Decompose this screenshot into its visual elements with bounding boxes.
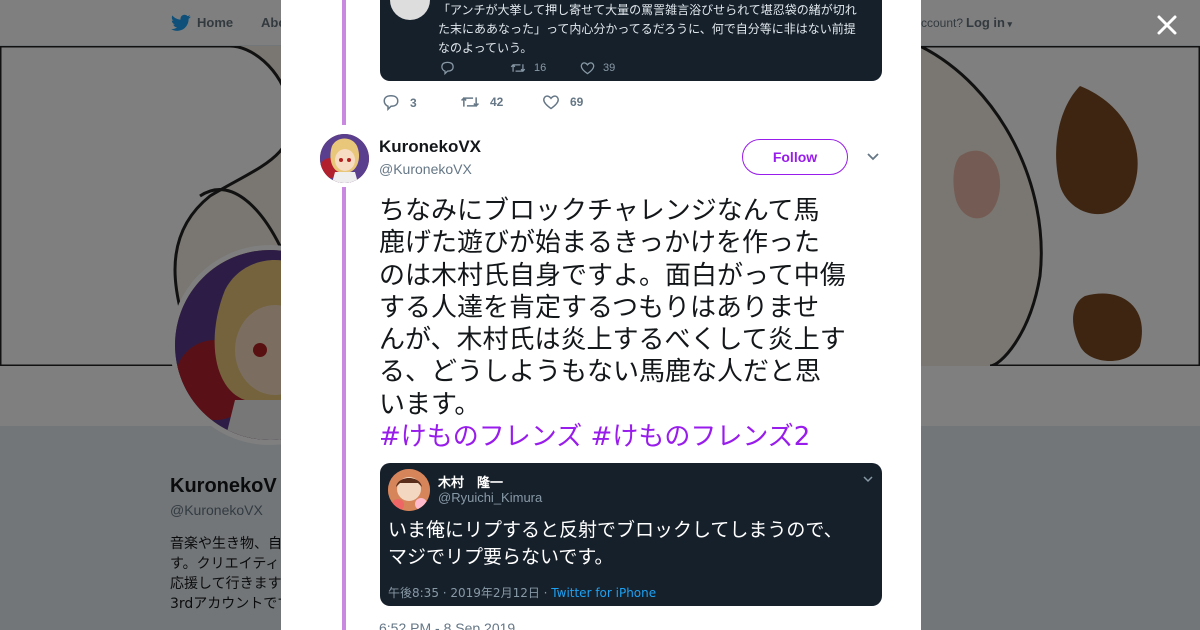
tweet-text-line: る、どうしようもない馬鹿な人だと思 xyxy=(379,357,822,388)
like-count: 69 xyxy=(570,95,584,109)
reply-icon xyxy=(441,61,454,75)
tweet-text: ちなみにブロックチャレンジなんて馬 鹿げた遊びが始まるきっかけを作った のは木村… xyxy=(379,195,889,453)
quoted-reply-action xyxy=(440,61,455,75)
author-avatar-illustration xyxy=(320,134,369,183)
tweet-text-line: んが、木村氏は炎上するべくして炎上す xyxy=(379,325,846,356)
heart-icon xyxy=(543,95,559,110)
quoted-text-line: た末にああなった」って内心分かってるだろうに、何で自分等に非はない前提 xyxy=(438,22,856,36)
quoted-retweet-action: 16 xyxy=(510,61,546,75)
quoted-tweet-time: 午後8:35 · 2019年2月12日 · xyxy=(388,586,552,600)
quoted-avatar-illustration xyxy=(388,469,430,511)
previous-quoted-tweet-card[interactable]: 「アンチが大挙して押し寄せて大量の罵詈雑言浴びせられて堪忍袋の緒が切れ た末にあ… xyxy=(380,0,882,81)
reply-count: 3 xyxy=(410,95,417,110)
thread-connector xyxy=(342,187,346,630)
tweet-text-line: ちなみにブロックチャレンジなんて馬 xyxy=(379,196,820,226)
quoted-author-avatar xyxy=(388,469,430,511)
quoted-text-line: 「アンチが大挙して押し寄せて大量の罵詈雑言浴びせられて堪忍袋の緒が切れ xyxy=(438,3,857,17)
chevron-down-icon[interactable] xyxy=(866,150,880,164)
quoted-author-name: 木村 隆一 xyxy=(438,476,504,491)
quoted-text-line: マジでリプ要らないです。 xyxy=(388,546,614,568)
author-name[interactable]: KuronekoVX xyxy=(379,137,481,157)
quoted-text: 「アンチが大挙して押し寄せて大量の罵詈雑言浴びせられて堪忍袋の緒が切れ た末にあ… xyxy=(438,1,878,58)
tweet-text-line: する人達を肯定するつもりはありませ xyxy=(379,292,820,323)
reply-action[interactable]: 3 xyxy=(382,94,417,111)
quoted-author-handle: @Ryuichi_Kimura xyxy=(438,490,543,505)
follow-button[interactable]: Follow xyxy=(742,139,848,175)
quoted-text-line: いま俺にリプすると反射でブロックしてしまうので、 xyxy=(388,519,843,541)
retweet-icon xyxy=(460,97,480,107)
quoted-tweet-source: Twitter for iPhone xyxy=(551,586,657,600)
quoted-tweet-text: いま俺にリプすると反射でブロックしてしまうので、 マジでリプ要らないです。 xyxy=(388,517,878,571)
heart-icon xyxy=(580,62,595,75)
quoted-like-action: 39 xyxy=(580,61,615,75)
author-avatar[interactable] xyxy=(320,134,369,183)
tweet-modal: 「アンチが大挙して押し寄せて大量の罵詈雑言浴びせられて堪忍袋の緒が切れ た末にあ… xyxy=(281,0,921,630)
close-icon[interactable] xyxy=(1152,10,1182,40)
quoted-text-line: なのよっていう。 xyxy=(438,41,533,55)
quoted-like-count: 39 xyxy=(603,62,616,74)
retweet-icon xyxy=(510,64,526,72)
tweet-text-line: 鹿げた遊びが始まるきっかけを作った xyxy=(379,228,820,259)
quoted-avatar xyxy=(390,0,430,20)
chevron-down-icon xyxy=(863,476,873,483)
like-action[interactable]: 69 xyxy=(542,94,583,110)
author-handle[interactable]: @KuronekoVX xyxy=(379,161,472,177)
quoted-tweet-meta: 午後8:35 · 2019年2月12日 · Twitter for iPhone xyxy=(388,584,656,601)
thread-connector xyxy=(342,0,346,125)
retweet-count: 42 xyxy=(490,95,504,109)
quoted-retweet-count: 16 xyxy=(534,62,547,74)
reply-icon xyxy=(383,94,399,111)
tweet-text-line: のは木村氏自身ですよ。面白がって中傷 xyxy=(379,260,846,291)
tweet-text-line: います。 xyxy=(379,389,481,420)
hashtag-links[interactable]: #けものフレンズ #けものフレンズ2 xyxy=(379,421,889,453)
retweet-action[interactable]: 42 xyxy=(460,94,503,110)
quoted-tweet-card[interactable]: 木村 隆一 @Ryuichi_Kimura いま俺にリプすると反射でブロックして… xyxy=(380,463,882,606)
tweet-timestamp[interactable]: 6:52 PM - 8 Sep 2019 xyxy=(379,620,515,630)
